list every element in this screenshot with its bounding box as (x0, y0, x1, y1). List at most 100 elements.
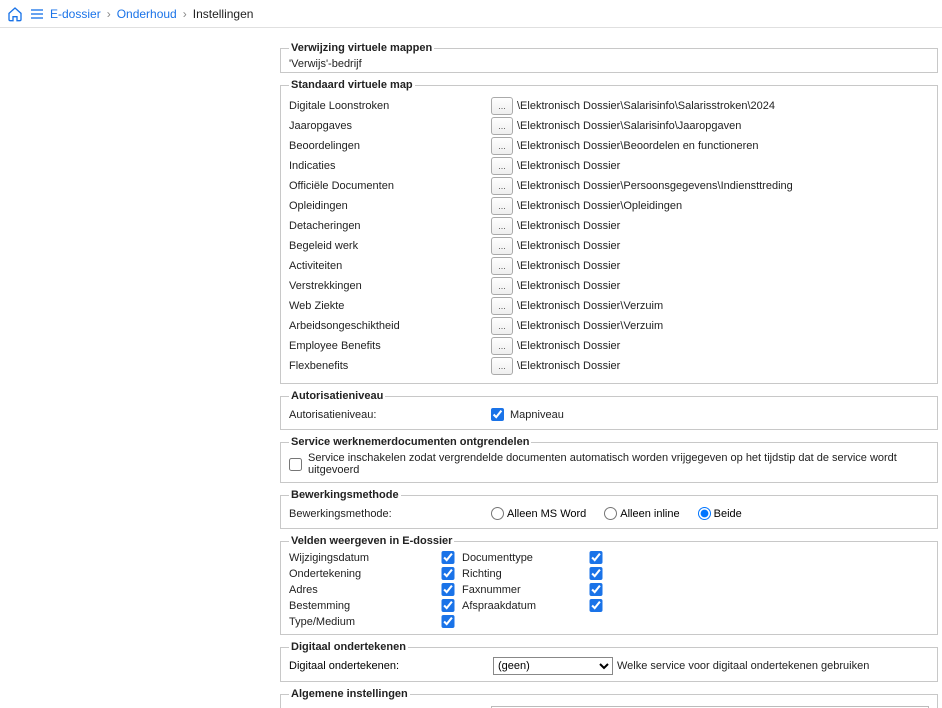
sign-select[interactable]: (geen) (493, 657, 613, 675)
path-row: Begeleid werk...\Elektronisch Dossier (289, 237, 929, 255)
path-row: Jaaropgaves...\Elektronisch Dossier\Sala… (289, 117, 929, 135)
browse-button[interactable]: ... (491, 137, 513, 155)
radio-both-wrap[interactable]: Beide (698, 507, 742, 520)
field-checkbox[interactable] (434, 567, 462, 580)
breadcrumb-sep: › (105, 7, 113, 21)
radio-inline[interactable] (604, 507, 617, 520)
path-row: Indicaties...\Elektronisch Dossier (289, 157, 929, 175)
path-label: Begeleid werk (289, 240, 489, 252)
path-row: Detacheringen...\Elektronisch Dossier (289, 217, 929, 235)
path-value: \Elektronisch Dossier\Salarisinfo\Jaarop… (515, 120, 929, 132)
browse-button[interactable]: ... (491, 97, 513, 115)
path-value: \Elektronisch Dossier (515, 220, 929, 232)
path-value: \Elektronisch Dossier\Beoordelen en func… (515, 140, 929, 152)
browse-button[interactable]: ... (491, 257, 513, 275)
field-label: Richting (462, 568, 582, 580)
home-icon[interactable] (4, 3, 26, 25)
field-checkbox[interactable] (434, 551, 462, 564)
service-unlock-checkbox[interactable] (289, 458, 302, 471)
breadcrumb-current: Instellingen (193, 7, 254, 21)
path-row: Digitale Loonstroken...\Elektronisch Dos… (289, 97, 929, 115)
browse-button[interactable]: ... (491, 337, 513, 355)
browse-button[interactable]: ... (491, 237, 513, 255)
path-label: Digitale Loonstroken (289, 100, 489, 112)
field-checkbox[interactable] (434, 615, 462, 628)
field-label: Type/Medium (289, 616, 434, 628)
path-label: Officiële Documenten (289, 180, 489, 192)
field-checkbox[interactable] (434, 583, 462, 596)
path-label: Arbeidsongeschiktheid (289, 320, 489, 332)
legend-referral: Verwijzing virtuele mappen (289, 42, 434, 54)
path-row: Flexbenefits...\Elektronisch Dossier (289, 357, 929, 375)
section-service-unlock: Service werknemerdocumenten ontgrendelen… (280, 436, 938, 483)
section-sign: Digitaal ondertekenen Digitaal onderteke… (280, 641, 938, 682)
field-checkbox[interactable] (434, 599, 462, 612)
path-label: Jaaropgaves (289, 120, 489, 132)
topbar: E-dossier › Onderhoud › Instellingen (0, 0, 942, 28)
radio-inline-wrap[interactable]: Alleen inline (604, 507, 679, 520)
browse-button[interactable]: ... (491, 277, 513, 295)
path-row: Opleidingen...\Elektronisch Dossier\Ople… (289, 197, 929, 215)
path-label: Verstrekkingen (289, 280, 489, 292)
radio-msword-wrap[interactable]: Alleen MS Word (491, 507, 586, 520)
section-referral: Verwijzing virtuele mappen 'Verwijs'-bed… (280, 42, 938, 73)
section-fields: Velden weergeven in E-dossier Wijzigings… (280, 535, 938, 635)
browse-button[interactable]: ... (491, 197, 513, 215)
radio-inline-label: Alleen inline (620, 508, 679, 520)
path-value: \Elektronisch Dossier\Persoonsgegevens\I… (515, 180, 929, 192)
sign-label: Digitaal ondertekenen: (289, 660, 489, 672)
field-checkbox[interactable] (582, 551, 610, 564)
breadcrumb-mid[interactable]: Onderhoud (117, 7, 177, 21)
field-checkbox[interactable] (582, 567, 610, 580)
path-value: \Elektronisch Dossier (515, 340, 929, 352)
path-label: Employee Benefits (289, 340, 489, 352)
legend-edit-method: Bewerkingsmethode (289, 489, 401, 501)
legend-sign: Digitaal ondertekenen (289, 641, 408, 653)
radio-msword[interactable] (491, 507, 504, 520)
legend-default-folders: Standaard virtuele map (289, 79, 415, 91)
path-value: \Elektronisch Dossier\Salarisinfo\Salari… (515, 100, 929, 112)
path-row: Verstrekkingen...\Elektronisch Dossier (289, 277, 929, 295)
path-row: Beoordelingen...\Elektronisch Dossier\Be… (289, 137, 929, 155)
path-row: Web Ziekte...\Elektronisch Dossier\Verzu… (289, 297, 929, 315)
legend-service-unlock: Service werknemerdocumenten ontgrendelen (289, 436, 531, 448)
path-value: \Elektronisch Dossier (515, 360, 929, 372)
service-unlock-label: Service inschakelen zodat vergrendelde d… (308, 452, 929, 476)
field-label: Adres (289, 584, 434, 596)
field-label: Wijzigingsdatum (289, 552, 434, 564)
referral-value: 'Verwijs'-bedrijf (289, 58, 929, 70)
field-checkbox[interactable] (582, 583, 610, 596)
path-label: Detacheringen (289, 220, 489, 232)
path-value: \Elektronisch Dossier (515, 260, 929, 272)
radio-msword-label: Alleen MS Word (507, 508, 586, 520)
section-auth: Autorisatieniveau Autorisatieniveau: Map… (280, 390, 938, 430)
legend-auth: Autorisatieniveau (289, 390, 385, 402)
path-label: Web Ziekte (289, 300, 489, 312)
browse-button[interactable]: ... (491, 317, 513, 335)
legend-general: Algemene instellingen (289, 688, 410, 700)
path-row: Arbeidsongeschiktheid...\Elektronisch Do… (289, 317, 929, 335)
path-value: \Elektronisch Dossier (515, 240, 929, 252)
path-value: \Elektronisch Dossier (515, 280, 929, 292)
auth-checkbox[interactable] (491, 408, 504, 421)
section-default-folders: Standaard virtuele map Digitale Loonstro… (280, 79, 938, 384)
breadcrumb: E-dossier › Onderhoud › Instellingen (48, 7, 253, 21)
browse-button[interactable]: ... (491, 177, 513, 195)
field-checkbox[interactable] (582, 599, 610, 612)
browse-button[interactable]: ... (491, 157, 513, 175)
path-label: Indicaties (289, 160, 489, 172)
field-label: Afspraakdatum (462, 600, 582, 612)
settings-form: Verwijzing virtuele mappen 'Verwijs'-bed… (280, 42, 938, 708)
field-label: Documenttype (462, 552, 582, 564)
path-value: \Elektronisch Dossier (515, 160, 929, 172)
breadcrumb-root[interactable]: E-dossier (50, 7, 101, 21)
field-label: Ondertekening (289, 568, 434, 580)
browse-button[interactable]: ... (491, 117, 513, 135)
browse-button[interactable]: ... (491, 297, 513, 315)
radio-both[interactable] (698, 507, 711, 520)
browse-button[interactable]: ... (491, 217, 513, 235)
menu-icon[interactable] (26, 3, 48, 25)
path-label: Activiteiten (289, 260, 489, 272)
path-row: Activiteiten...\Elektronisch Dossier (289, 257, 929, 275)
browse-button[interactable]: ... (491, 357, 513, 375)
